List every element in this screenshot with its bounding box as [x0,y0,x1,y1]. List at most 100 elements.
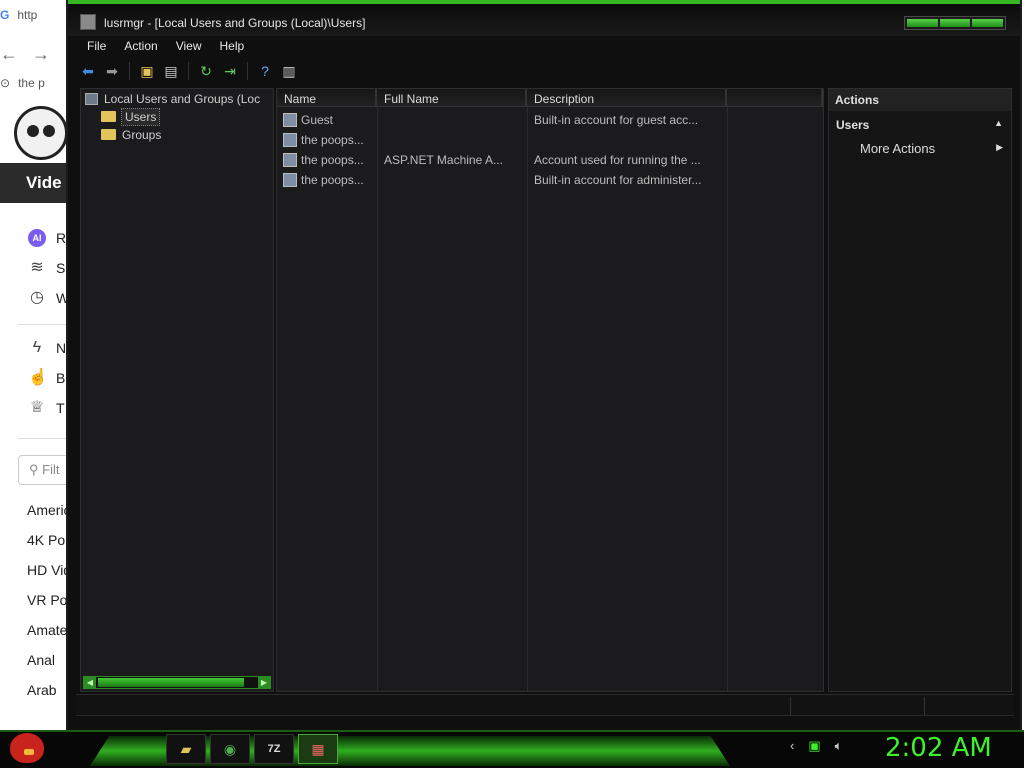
category-link[interactable]: Amate [27,622,67,638]
user-icon [283,173,297,187]
column-divider [377,107,378,691]
column-name[interactable]: Name [277,89,377,107]
toolbar-separator [129,62,130,80]
column-divider [727,107,728,691]
menu-action[interactable]: Action [115,36,166,56]
sidebar-link[interactable]: T [56,400,65,416]
user-icon [283,113,297,127]
scroll-thumb[interactable] [98,678,244,687]
user-icon [283,153,297,167]
filter-input[interactable]: ⚲ Filt [18,455,70,485]
back-icon[interactable]: ⬅ [78,61,98,81]
sidebar-link[interactable]: B [56,370,65,386]
folder-icon [101,111,116,122]
category-link[interactable]: VR Po [27,592,67,608]
actions-section-users[interactable]: Users ▲ [829,115,1011,135]
folder-icon[interactable]: ▰ [166,734,206,764]
more-actions-item[interactable]: More Actions ▶ [829,139,1011,159]
export-list-icon[interactable]: ⇥ [220,61,240,81]
hidden-icons-icon[interactable]: ‹ [790,738,794,754]
collapse-up-icon[interactable]: ▲ [994,118,1003,128]
bolt-icon[interactable]: ϟ [28,339,46,357]
computer-users-icon [85,93,98,105]
browser-tab[interactable]: Ghttp [0,8,37,22]
browser-address[interactable]: ⊙ the p [0,76,45,90]
user-name-cell: the poops... [283,133,375,147]
scroll-left-icon[interactable]: ◀ [84,677,96,688]
description-cell: Built-in account for administer... [534,173,702,187]
status-separator [924,697,925,715]
sidebar-link[interactable]: R [56,230,66,246]
lusrmgr-icon[interactable]: ▦ [298,734,338,764]
show-action-pane-icon[interactable]: ▥ [279,61,299,81]
up-folder-icon[interactable]: ▣ [137,61,157,81]
close-button[interactable] [972,19,1004,27]
refresh-icon[interactable]: ↻ [196,61,216,81]
tree-root[interactable]: Local Users and Groups (Loc [85,92,260,106]
chrome-icon[interactable]: ◉ [210,734,250,764]
window-controls [904,16,1006,30]
app-icon [80,14,96,30]
menu-view[interactable]: View [167,36,211,56]
volume-icon[interactable]: 🔈︎ [835,738,843,754]
category-link[interactable]: Arab [27,682,57,698]
column-divider [527,107,528,691]
trophy-icon[interactable]: ♕ [28,399,46,417]
divider [18,324,68,325]
thumbs-up-icon[interactable]: ☝ [28,369,48,387]
table-row[interactable]: the poops... ASP.NET Machine A... Accoun… [277,150,823,170]
column-full-name[interactable]: Full Name [377,89,527,107]
table-row[interactable]: the poops... Built-in account for admini… [277,170,823,190]
sidebar-link[interactable]: S [56,260,65,276]
clock[interactable]: 2:02 AM [885,733,992,763]
scroll-right-icon[interactable]: ▶ [258,677,270,688]
minimize-button[interactable] [907,19,938,27]
menu-help[interactable]: Help [211,36,254,56]
description-cell: Built-in account for guest acc... [534,113,699,127]
show-hide-tree-icon[interactable]: ▤ [161,61,181,81]
table-row[interactable]: Guest Built-in account for guest acc... [277,110,823,130]
lusrmgr-window: lusrmgr - [Local Users and Groups (Local… [66,0,1022,730]
console-tree: Local Users and Groups (Loc Users Groups… [80,88,274,692]
ai-icon[interactable]: AI [28,229,46,247]
browser-nav-arrows[interactable]: ←→ [0,44,64,65]
column-description[interactable]: Description [527,89,727,107]
divider [18,438,68,439]
start-button-icon[interactable] [10,733,44,763]
maximize-button[interactable] [939,19,971,27]
full-name-cell: ASP.NET Machine A... [384,153,503,167]
system-tray: ‹ ▣ 🔈︎ [790,738,842,754]
status-bar [76,694,1014,716]
section-header: Vide [0,163,70,203]
menu-file[interactable]: File [78,36,115,56]
title-bar[interactable]: lusrmgr - [Local Users and Groups (Local… [68,0,1020,36]
users-list: Name Full Name Description Guest Built-i… [276,88,824,692]
user-name-cell: the poops... [283,153,375,167]
tree-node-users[interactable]: Users [101,108,161,126]
help-icon[interactable]: ? [255,61,275,81]
tree-horizontal-scrollbar[interactable]: ◀ ▶ [83,676,271,689]
action-center-icon[interactable]: ▣ [808,738,820,754]
user-name-cell: Guest [283,113,375,127]
menu-bar: File Action View Help [78,36,253,56]
rss-icon[interactable]: ≋ [28,259,46,277]
site-logo [14,106,68,160]
tree-node-groups[interactable]: Groups [101,128,161,142]
actions-pane: Actions Users ▲ More Actions ▶ [828,88,1012,692]
status-separator [790,697,791,715]
category-link[interactable]: Americ [27,502,71,518]
column-empty[interactable] [727,89,823,107]
description-cell: Account used for running the ... [534,153,701,167]
sidebar-link[interactable]: N [56,340,66,356]
toolbar-separator [247,62,248,80]
submenu-arrow-icon: ▶ [996,142,1003,152]
category-link[interactable]: Anal [27,652,55,668]
category-link[interactable]: HD Vid [27,562,71,578]
history-icon[interactable]: ◷ [28,289,46,307]
toolbar: ⬅ ➡ ▣ ▤ ↻ ⇥ ? ▥ [78,60,299,82]
forward-icon[interactable]: ➡ [102,61,122,81]
7z-icon[interactable]: 7Z [254,734,294,764]
category-link[interactable]: 4K Po [27,532,65,548]
list-header: Name Full Name Description [277,89,823,107]
table-row[interactable]: the poops... [277,130,823,150]
